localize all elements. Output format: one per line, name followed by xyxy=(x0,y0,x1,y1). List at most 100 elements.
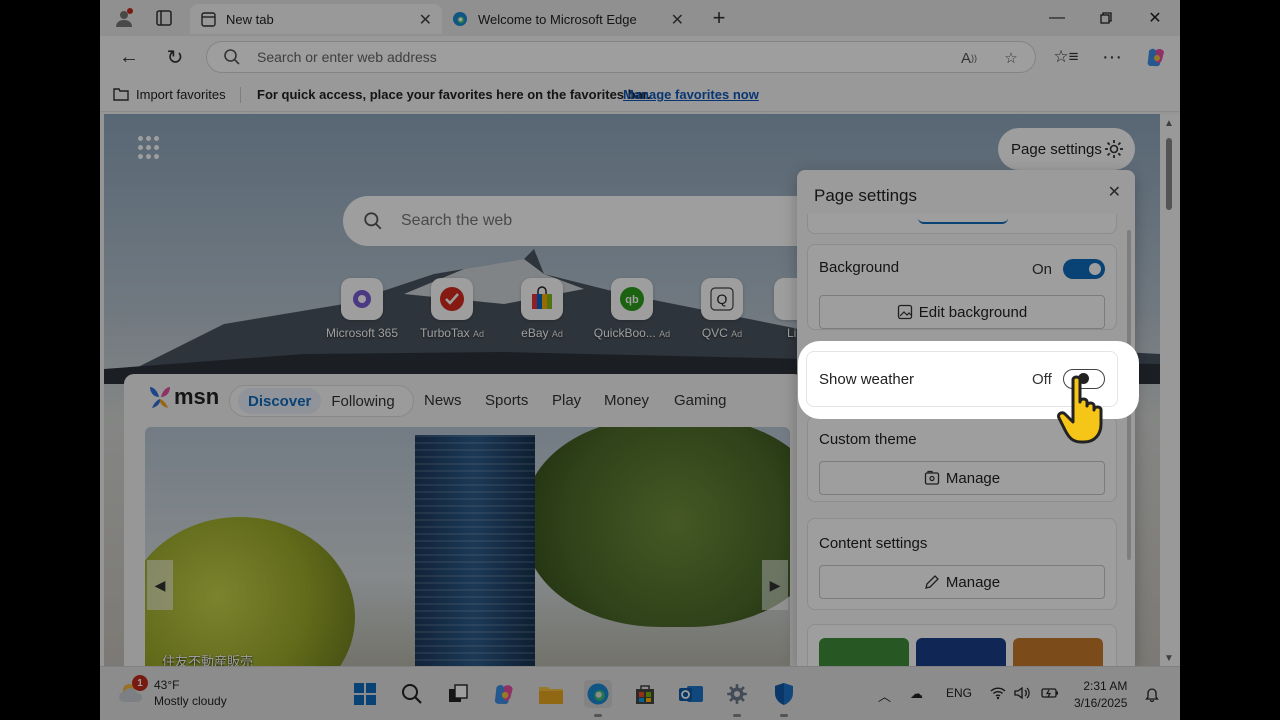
edit-background-button[interactable]: Edit background xyxy=(819,295,1105,329)
feed-nav-sports[interactable]: Sports xyxy=(485,392,528,409)
volume-icon[interactable] xyxy=(1014,686,1030,703)
address-placeholder: Search or enter web address xyxy=(257,49,437,65)
panel-title: Page settings xyxy=(814,186,918,205)
taskbar: 1 43°F Mostly cloudy ︿ ☁ ENG 2:31 AM 3/1… xyxy=(100,666,1180,720)
ad-label: Ad xyxy=(472,329,484,339)
manage-content-button[interactable]: Manage xyxy=(819,565,1105,599)
more-menu-icon[interactable]: ··· xyxy=(1098,44,1126,70)
turbotax-icon xyxy=(431,278,473,320)
quick-link-microsoft-365[interactable]: Microsoft 365 xyxy=(317,278,407,340)
close-tab-icon[interactable]: ✕ xyxy=(671,10,684,30)
task-view-icon[interactable] xyxy=(444,680,472,708)
scroll-down-icon[interactable]: ▼ xyxy=(1164,653,1174,664)
tab-discover[interactable]: Discover xyxy=(238,388,322,414)
restore-icon[interactable] xyxy=(1091,6,1121,30)
tab-actions-icon[interactable] xyxy=(152,6,176,30)
theme-thumbnail[interactable] xyxy=(1013,638,1103,666)
hero-image-card[interactable]: ◀ ▶ 住友不動産販売 xyxy=(145,427,790,666)
favorite-star-icon[interactable]: ☆ xyxy=(999,48,1023,68)
address-input[interactable]: Search or enter web address A)) ☆ xyxy=(206,41,1036,73)
notification-bell-icon[interactable] xyxy=(1144,686,1160,705)
quickbooks-icon: qb xyxy=(611,278,653,320)
new-tab-plus-icon[interactable]: + xyxy=(707,5,731,30)
tab-welcome[interactable]: Welcome to Microsoft Edge ✕ xyxy=(442,4,694,34)
quick-link-label: QuickBoo... xyxy=(593,326,656,340)
no-network-cloud-icon[interactable]: ☁ xyxy=(910,686,923,702)
theme-thumbnail[interactable] xyxy=(819,638,909,666)
edge-icon xyxy=(452,11,468,27)
background-toggle[interactable] xyxy=(1063,259,1105,279)
page-settings-label: Page settings xyxy=(1011,140,1102,158)
file-explorer-icon[interactable] xyxy=(537,680,565,708)
manage-theme-button[interactable]: Manage xyxy=(819,461,1105,495)
close-icon[interactable]: ✕ xyxy=(1108,182,1121,202)
copilot-icon[interactable] xyxy=(490,680,518,708)
wifi-icon[interactable] xyxy=(990,686,1006,703)
edge-icon[interactable] xyxy=(584,680,612,717)
language-indicator[interactable]: ENG xyxy=(946,686,972,700)
web-search-input[interactable]: Search the web xyxy=(343,196,823,246)
quick-link-quickbooks[interactable]: qb QuickBoo... Ad xyxy=(587,278,677,340)
import-favorites-button[interactable]: Import favorites xyxy=(112,86,226,102)
clock-date: 3/16/2025 xyxy=(1074,696,1128,710)
settings-gear-icon[interactable] xyxy=(723,680,751,717)
feed-nav-news[interactable]: News xyxy=(424,392,462,409)
weather-alert-badge: 1 xyxy=(132,675,148,691)
web-search-placeholder: Search the web xyxy=(401,212,513,229)
close-window-icon[interactable]: ✕ xyxy=(1140,6,1170,30)
msn-logo[interactable]: msn xyxy=(146,384,219,410)
page-settings-button[interactable]: Page settings xyxy=(998,128,1135,170)
scroll-up-icon[interactable]: ▲ xyxy=(1164,118,1174,129)
copilot-icon[interactable] xyxy=(1142,44,1170,70)
carousel-next-icon[interactable]: ▶ xyxy=(762,560,788,610)
weather-widget[interactable]: 1 43°F Mostly cloudy xyxy=(118,675,227,709)
content-settings-card: Content settings Manage xyxy=(807,518,1117,610)
title-bar: New tab ✕ Welcome to Microsoft Edge ✕ + … xyxy=(100,0,1180,36)
clock[interactable]: 2:31 AM 3/16/2025 xyxy=(1074,678,1127,712)
content-settings-label: Content settings xyxy=(819,535,928,552)
search-icon xyxy=(224,49,240,65)
quick-link-partial[interactable]: Li xyxy=(744,278,804,340)
tab-following[interactable]: Following xyxy=(321,388,404,414)
feed-nav-gaming[interactable]: Gaming xyxy=(674,392,727,409)
manage-favorites-link[interactable]: Manage favorites now xyxy=(623,87,759,102)
tab-new-tab[interactable]: New tab ✕ xyxy=(190,4,442,34)
microsoft-store-icon[interactable] xyxy=(631,680,659,708)
import-icon xyxy=(113,88,129,101)
profile-icon[interactable] xyxy=(112,6,136,30)
refresh-icon[interactable]: ↻ xyxy=(161,44,189,70)
quick-link-label: eBay xyxy=(521,326,549,340)
carousel-prev-icon[interactable]: ◀ xyxy=(147,560,173,610)
hand-pointer-cursor-icon xyxy=(1057,375,1103,444)
favorites-bar: Import favorites For quick access, place… xyxy=(100,78,1180,112)
defender-shield-icon[interactable] xyxy=(770,680,798,717)
ad-label: Ad xyxy=(731,329,743,339)
apps-launcher-icon[interactable] xyxy=(138,136,162,160)
favorites-icon[interactable]: ☆≡ xyxy=(1052,44,1080,70)
quick-link-ebay[interactable]: eBay Ad xyxy=(497,278,587,340)
page-scrollbar[interactable]: ▲ ▼ xyxy=(1160,114,1180,666)
favbar-divider xyxy=(240,87,241,103)
ebay-icon xyxy=(521,278,563,320)
start-icon[interactable] xyxy=(351,680,379,708)
hero-building xyxy=(415,435,535,666)
close-tab-icon[interactable]: ✕ xyxy=(419,10,432,30)
feed-nav-play[interactable]: Play xyxy=(552,392,581,409)
feed-nav-money[interactable]: Money xyxy=(604,392,649,409)
manage-theme-label: Manage xyxy=(945,469,1001,487)
read-aloud-icon[interactable]: A)) xyxy=(957,48,981,68)
back-icon[interactable]: ← xyxy=(115,44,143,70)
theme-icon xyxy=(924,470,940,485)
hero-caption: 住友不動産販売 xyxy=(162,654,254,666)
quick-link-turbotax[interactable]: TurboTax Ad xyxy=(407,278,497,340)
background-label: Background xyxy=(819,259,900,276)
battery-icon[interactable] xyxy=(1041,686,1059,703)
qvc-icon: Q xyxy=(701,278,743,320)
outlook-icon[interactable] xyxy=(677,680,705,708)
search-icon[interactable] xyxy=(398,680,426,708)
show-hidden-icons-chevron-icon[interactable]: ︿ xyxy=(878,686,891,705)
theme-thumbnail[interactable] xyxy=(916,638,1006,666)
scroll-thumb[interactable] xyxy=(1166,138,1172,210)
minimize-icon[interactable]: — xyxy=(1042,6,1072,30)
favorites-hint: For quick access, place your favorites h… xyxy=(257,87,651,102)
